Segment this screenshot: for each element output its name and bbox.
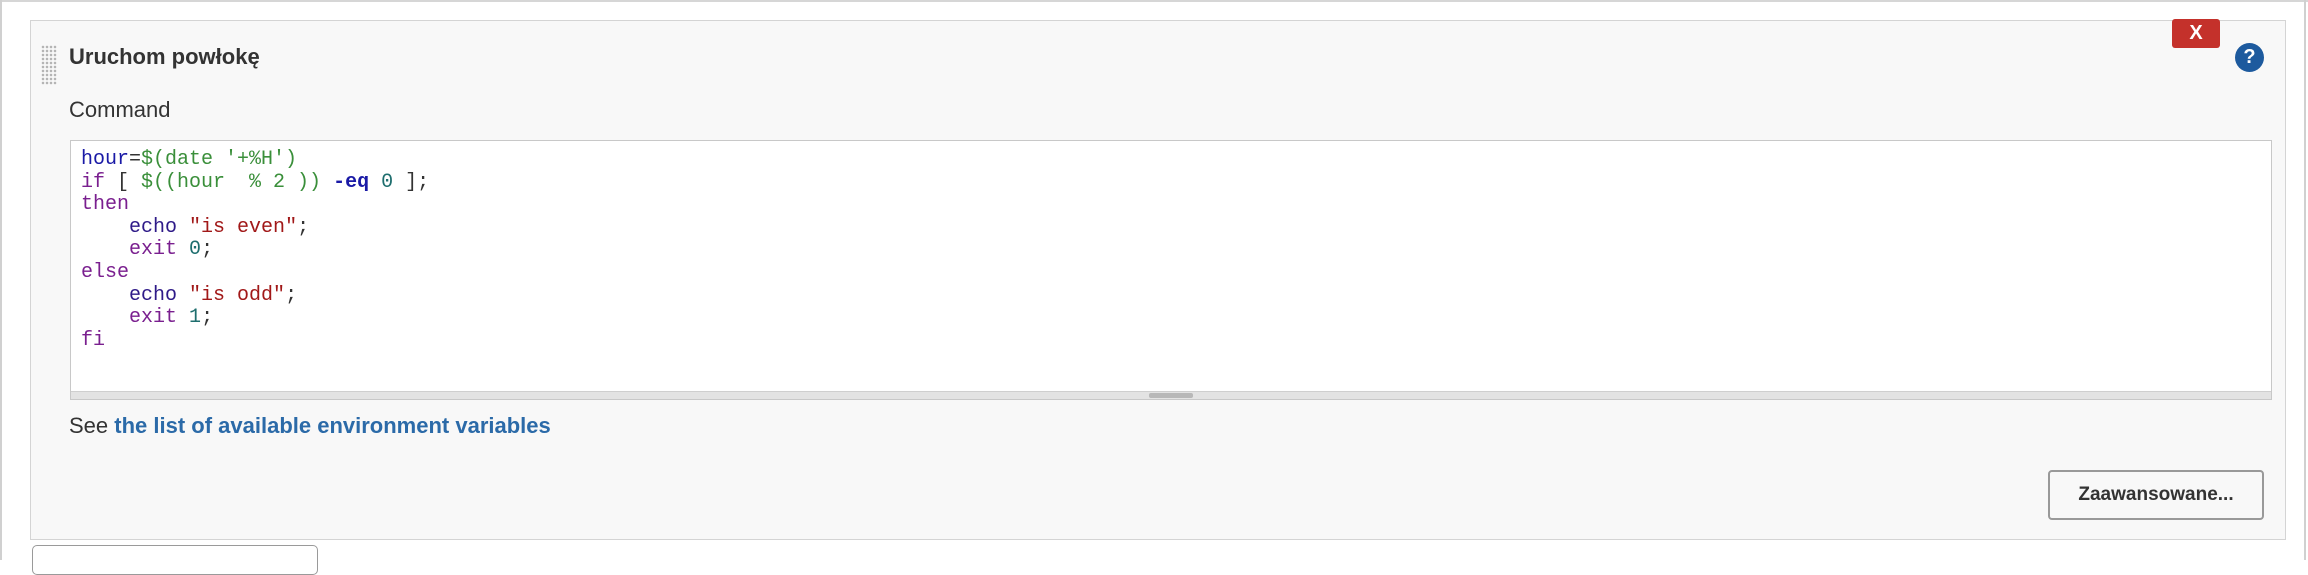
code-line: echo "is odd"; (129, 283, 298, 307)
step-title: Uruchom powłokę (69, 44, 260, 69)
code-line: then (81, 193, 130, 217)
advanced-button[interactable]: Zaawansowane... (2048, 470, 2264, 520)
code-line: else (81, 260, 130, 284)
code-line: hour=$(date '+%H') (81, 148, 298, 171)
command-label: Command (69, 97, 171, 122)
resize-grip-icon[interactable] (1149, 393, 1193, 398)
add-build-step-button[interactable] (32, 545, 318, 575)
code-line: exit 1; (129, 306, 214, 330)
code-line: exit 0; (129, 238, 214, 262)
command-editor[interactable]: hour=$(date '+%H') if [ $((hour % 2 )) -… (70, 140, 2272, 400)
code-line: fi (81, 328, 106, 352)
env-vars-link[interactable]: the list of available environment variab… (114, 413, 551, 438)
editor-resize-bar[interactable] (71, 391, 2271, 399)
code-line: echo "is even"; (129, 215, 310, 239)
env-vars-prefix: See (69, 413, 115, 438)
delete-step-button[interactable]: X (2172, 19, 2220, 48)
code-line: if [ $((hour % 2 )) -eq 0 ]; (81, 170, 430, 194)
env-vars-hint: See the list of available environment va… (69, 413, 551, 439)
command-code[interactable]: hour=$(date '+%H') if [ $((hour % 2 )) -… (81, 148, 430, 352)
help-icon[interactable]: ? (2235, 43, 2264, 72)
drag-handle-icon[interactable] (41, 45, 57, 85)
